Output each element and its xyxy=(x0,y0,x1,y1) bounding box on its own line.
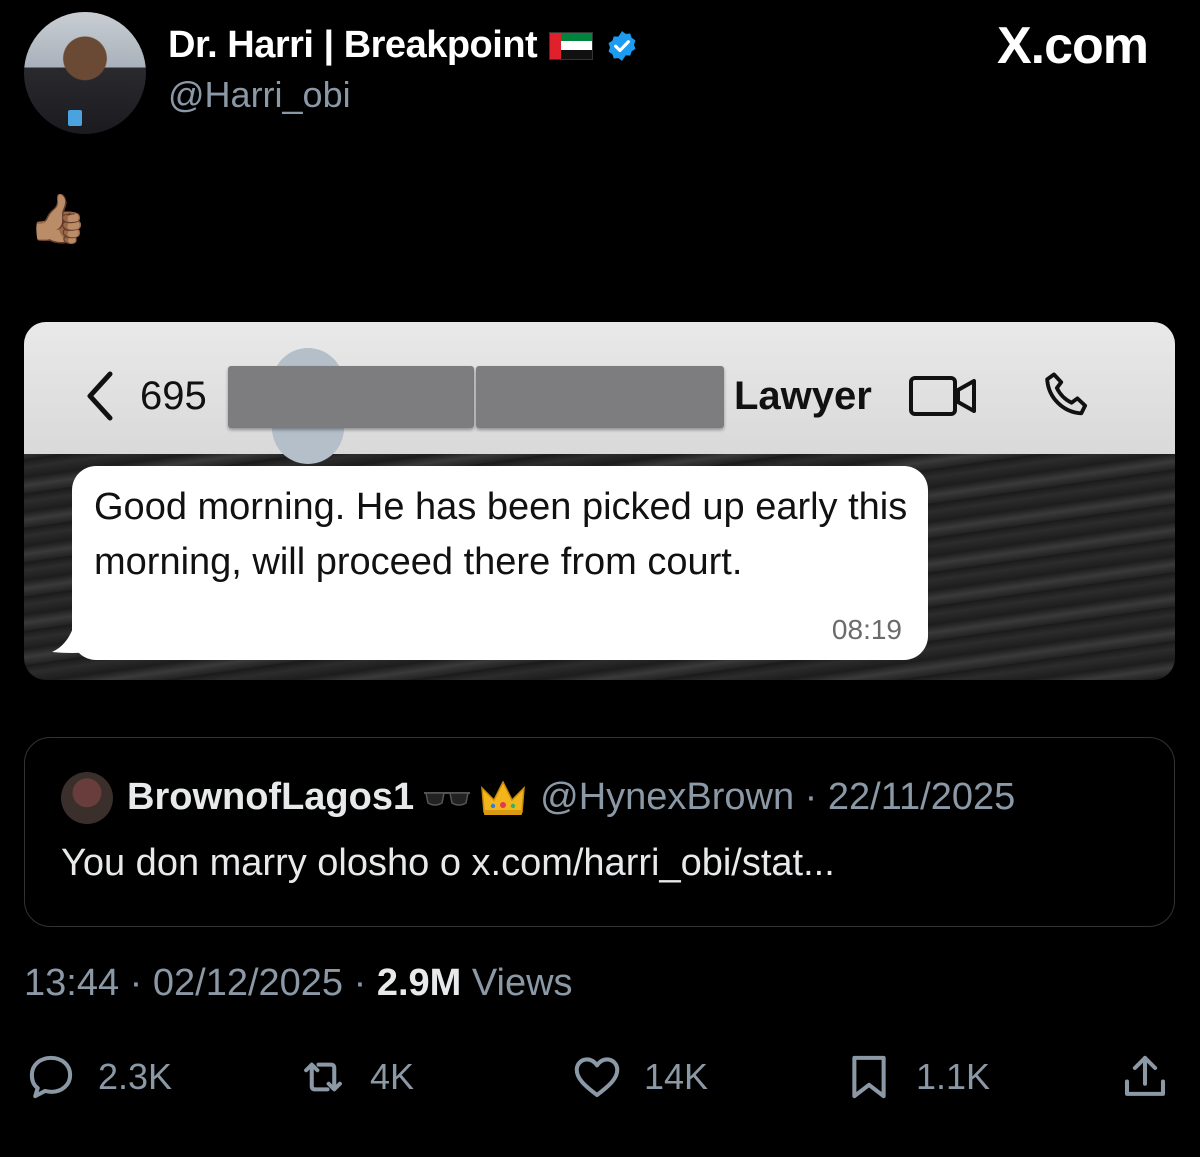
quoted-text: You don marry olosho o x.com/harri_obi/s… xyxy=(61,842,835,884)
reply-button[interactable]: 2.3K xyxy=(24,1050,172,1104)
chat-header: 695 Lawyer xyxy=(24,322,1175,464)
quoted-header: BrownofLagos1 @HynexBrown · 22/11/2025 xyxy=(127,776,1015,819)
back-chevron-icon xyxy=(87,371,113,421)
unread-count: 695 xyxy=(140,374,207,418)
redaction-box xyxy=(476,366,724,428)
repost-button[interactable]: 4K xyxy=(296,1050,414,1104)
tweet-text: 👍🏽 xyxy=(28,193,88,246)
tweet-media-image[interactable]: 695 Lawyer Good morning. He has been pic… xyxy=(24,322,1175,680)
quoted-handle-date[interactable]: @HynexBrown · 22/11/2025 xyxy=(540,776,1015,819)
bookmark-icon xyxy=(852,1055,886,1099)
reply-count: 2.3K xyxy=(98,1056,173,1097)
quoted-tweet[interactable]: BrownofLagos1 @HynexBrown · 22/11/2025 Y… xyxy=(24,737,1175,927)
verified-badge-icon[interactable] xyxy=(605,29,639,63)
reply-icon xyxy=(29,1055,73,1099)
message-bubble: Good morning. He has been picked up earl… xyxy=(72,466,928,660)
quoted-avatar[interactable] xyxy=(61,772,113,824)
contact-name: Lawyer xyxy=(734,374,872,418)
like-count: 14K xyxy=(644,1056,709,1097)
crown-icon xyxy=(481,779,526,815)
author-avatar[interactable] xyxy=(24,12,146,134)
message-time: 08:19 xyxy=(831,614,902,645)
share-button[interactable] xyxy=(1118,1050,1172,1104)
like-button[interactable]: 14K xyxy=(570,1050,708,1104)
tweet-meta: 13:44 · 02/12/2025 · 2.9M Views xyxy=(24,962,573,1005)
repost-icon xyxy=(304,1062,342,1092)
heart-icon xyxy=(574,1057,620,1098)
views-count: 2.9M xyxy=(376,962,462,1004)
uae-flag-icon xyxy=(549,31,594,60)
redaction-box xyxy=(228,366,474,428)
bookmark-count: 1.1K xyxy=(916,1056,991,1097)
tweet-timestamp[interactable]: 13:44 · 02/12/2025 · xyxy=(24,962,377,1004)
video-call-icon xyxy=(909,376,976,416)
author-handle[interactable]: @Harri_obi xyxy=(168,74,351,116)
repost-count: 4K xyxy=(370,1056,415,1097)
lanyard-badge xyxy=(68,110,82,126)
author-display-name[interactable]: Dr. Harri | Breakpoint xyxy=(168,24,538,67)
bookmark-button[interactable]: 1.1K xyxy=(842,1050,990,1104)
quoted-display-name[interactable]: BrownofLagos1 xyxy=(127,776,414,819)
phone-call-icon xyxy=(1045,372,1088,416)
message-text: Good morning. He has been picked up earl… xyxy=(94,486,908,583)
x-com-watermark: X.com xyxy=(996,17,1149,75)
views-label: Views xyxy=(461,962,573,1004)
sunglasses-icon xyxy=(424,791,471,806)
author-name-row: Dr. Harri | Breakpoint xyxy=(168,24,639,67)
share-icon xyxy=(1124,1055,1166,1096)
